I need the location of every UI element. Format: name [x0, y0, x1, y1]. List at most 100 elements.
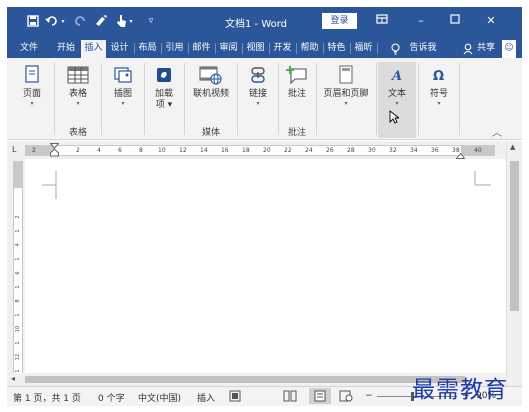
insert-mode[interactable]: 插入	[197, 391, 215, 404]
comment-button[interactable]: 批注	[280, 62, 314, 126]
vertical-ruler[interactable]: 2 1 4 1 6 1 8 1 10 1 12 1	[13, 161, 23, 386]
ruler-number: 30	[368, 147, 376, 154]
online-video-icon	[199, 64, 223, 86]
title-bar: ▾ ▾ ▿ 文档1 - Word 登录 – ✕	[7, 7, 522, 37]
customize-icon[interactable]: ▿	[143, 13, 159, 29]
tab-insert[interactable]: 插入	[81, 40, 106, 58]
user-icon[interactable]	[462, 40, 474, 58]
online-video-label: 联机视频	[192, 89, 229, 99]
online-video-button[interactable]: 联机视频	[187, 62, 235, 126]
ruler-number: 12	[179, 147, 187, 154]
group-label-media: 媒体	[201, 128, 220, 138]
link-label: 链接	[248, 89, 267, 99]
tab-review[interactable]: 审阅	[216, 40, 241, 58]
chevron-down-icon: ▾	[121, 100, 125, 107]
ruler-number: 6	[118, 147, 122, 154]
ruler-number: 2	[15, 215, 21, 219]
collapse-ribbon-icon[interactable]: ︿	[492, 124, 502, 139]
share-more-icon[interactable]: ☺	[502, 40, 516, 58]
close-icon[interactable]: ✕	[481, 13, 501, 29]
tab-help[interactable]: 帮助	[297, 40, 322, 58]
ruler-number: 36	[431, 147, 439, 154]
illustrations-button[interactable]: 插图 ▾	[104, 62, 142, 126]
scroll-thumb[interactable]	[510, 161, 519, 311]
macro-record-icon[interactable]	[229, 390, 241, 405]
scroll-left-icon[interactable]: ◂	[11, 374, 15, 383]
language-indicator[interactable]: 中文(中国)	[138, 391, 181, 404]
chevron-down-icon: ▾	[256, 100, 260, 107]
ruler-number: 1	[15, 285, 21, 289]
ribbon-display-icon[interactable]	[372, 13, 392, 29]
addins-label-text: 项	[155, 100, 165, 110]
ruler-number: 2	[32, 147, 36, 154]
tab-developer[interactable]: 开发	[270, 40, 295, 58]
ribbon-separator	[184, 63, 185, 135]
minimize-icon[interactable]: –	[411, 13, 431, 29]
ruler-number: 1	[15, 229, 21, 233]
horizontal-scroll-thumb[interactable]	[25, 376, 465, 383]
ruler-number: 4	[97, 147, 101, 154]
word-count[interactable]: 0 个字	[98, 391, 125, 404]
chevron-down-icon: ▾	[344, 100, 348, 107]
tab-file[interactable]: 文件	[15, 40, 43, 58]
save-icon[interactable]	[25, 13, 41, 29]
touch-dropdown-icon[interactable]: ▾	[126, 13, 136, 29]
ruler-number: 18	[242, 147, 250, 154]
mouse-cursor-icon	[389, 110, 416, 127]
undo-dropdown-icon[interactable]: ▾	[58, 13, 68, 29]
illustrations-icon	[111, 64, 135, 86]
ribbon-separator	[418, 63, 419, 135]
tell-me-search[interactable]: 告诉我	[405, 40, 441, 58]
maximize-icon[interactable]	[445, 13, 465, 29]
addins-button[interactable]: 加载 项 ▾	[146, 62, 182, 126]
chevron-down-icon: ▾	[395, 100, 399, 107]
tab-view[interactable]: 视图	[243, 40, 268, 58]
tab-stop-icon[interactable]: L	[12, 145, 16, 154]
tab-design[interactable]: 设计	[107, 40, 132, 58]
tab-foxit[interactable]: 福昕	[351, 40, 376, 58]
text-button[interactable]: A 文本 ▾	[378, 62, 416, 138]
link-button[interactable]: 链接 ▾	[240, 62, 276, 126]
page-count[interactable]: 第 1 页，共 1 页	[13, 391, 81, 404]
group-label-table: 表格	[68, 128, 87, 138]
text-icon: A	[385, 64, 409, 86]
tab-mailings[interactable]: 邮件	[189, 40, 214, 58]
header-footer-button[interactable]: 页眉和页脚 ▾	[319, 62, 373, 126]
vertical-scrollbar[interactable]: ▲	[506, 141, 522, 386]
tab-home[interactable]: 开始	[52, 40, 80, 58]
web-layout-icon[interactable]	[339, 390, 353, 405]
document-page[interactable]	[25, 159, 506, 386]
horizontal-ruler[interactable]: 2 2 4 6 8 10 12 14 16 18 20 22 24 26 28 …	[25, 143, 495, 159]
print-layout-icon[interactable]	[309, 388, 331, 404]
symbols-button[interactable]: Ω 符号 ▾	[421, 62, 457, 126]
redo-icon[interactable]	[73, 13, 89, 29]
read-mode-icon[interactable]	[283, 390, 297, 405]
scroll-up-icon[interactable]: ▲	[510, 143, 515, 151]
ribbon-insert: 页面 ▾ 表格 ▾ 表格 插图 ▾ 加载 项 ▾ 联机视频 媒体 链接 ▾ 批注…	[7, 58, 522, 140]
ruler-number: 1	[15, 313, 21, 317]
format-painter-icon[interactable]	[93, 13, 109, 29]
share-button[interactable]: 共享	[475, 40, 497, 58]
header-footer-icon	[334, 64, 358, 86]
ribbon-separator	[459, 63, 460, 135]
window-title: 文档1 - Word	[225, 19, 288, 30]
top-left-crop-mark	[42, 171, 57, 199]
ruler-number: 14	[200, 147, 208, 154]
watermark-logo: 最需教育	[412, 377, 508, 403]
pages-button[interactable]: 页面 ▾	[12, 62, 52, 126]
illustrations-label: 插图	[113, 89, 132, 99]
tab-featured[interactable]: 特色	[324, 40, 349, 58]
svg-text:Ω: Ω	[433, 69, 444, 83]
ruler-number: 32	[389, 147, 397, 154]
zoom-out-icon[interactable]: −	[365, 391, 373, 401]
table-button[interactable]: 表格 ▾	[57, 62, 99, 126]
login-button[interactable]: 登录	[322, 13, 357, 29]
tab-references[interactable]: 引用	[162, 40, 187, 58]
lightbulb-icon[interactable]	[390, 40, 400, 58]
table-icon	[66, 64, 90, 86]
addins-icon	[152, 64, 176, 86]
group-label-comments: 批注	[287, 128, 306, 138]
text-label: 文本	[387, 89, 406, 99]
tab-layout[interactable]: 布局	[135, 40, 160, 58]
chevron-down-icon: ▾	[30, 100, 34, 107]
